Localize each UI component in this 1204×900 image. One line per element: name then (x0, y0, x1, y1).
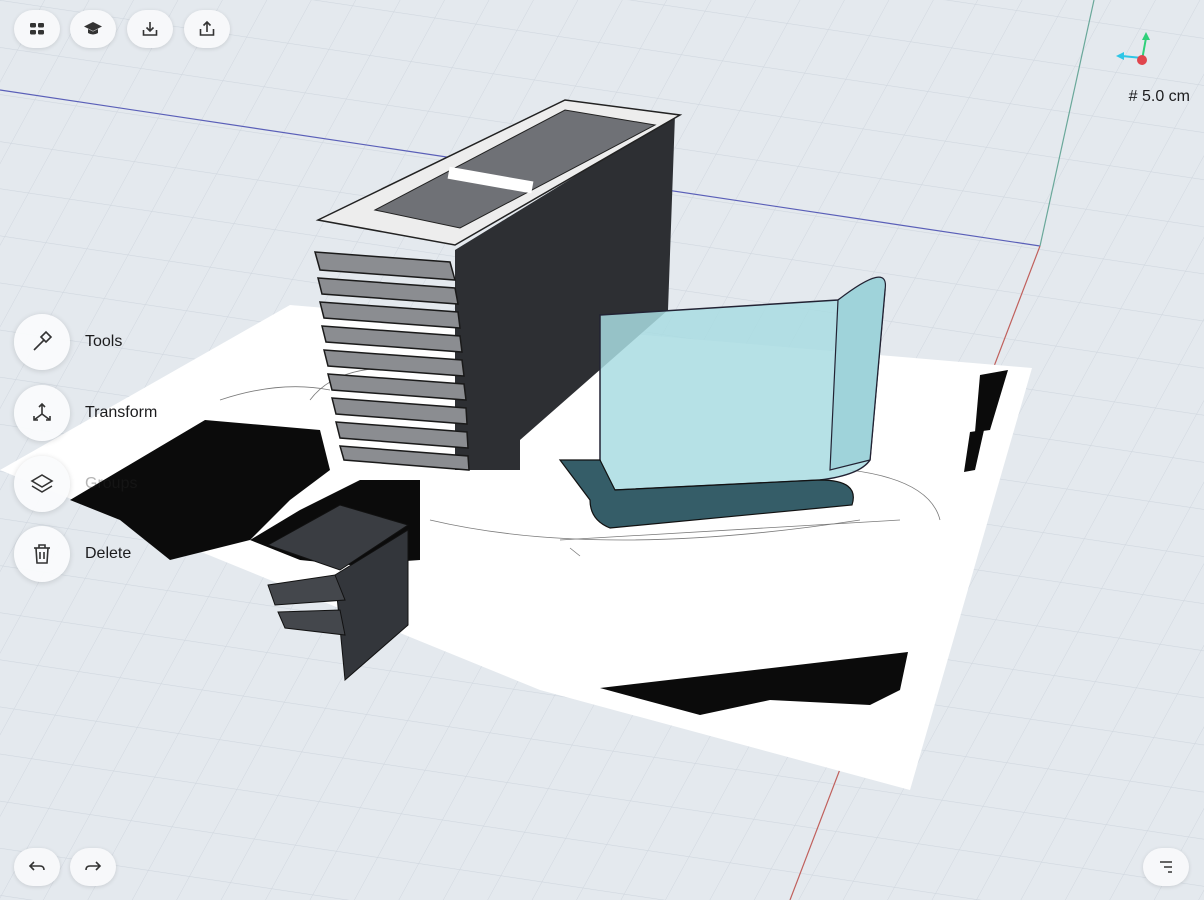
groups-button[interactable]: Groups (14, 456, 137, 512)
tools-label: Tools (85, 333, 123, 350)
delete-icon-circle (14, 526, 70, 582)
import-tray-icon (142, 22, 158, 36)
y-axis-arrow (1142, 32, 1150, 40)
learn-button[interactable] (70, 10, 116, 48)
import-button[interactable] (127, 10, 173, 48)
export-button[interactable] (184, 10, 230, 48)
redo-icon (85, 861, 102, 871)
undo-button[interactable] (14, 848, 60, 886)
x-axis-handle (1137, 55, 1147, 65)
z-axis-arrow (1116, 52, 1124, 60)
undo-icon (28, 861, 45, 871)
transform-label: Transform (85, 404, 158, 421)
hammer-icon (33, 330, 53, 351)
delete-button[interactable]: Delete (14, 526, 131, 582)
outliner-icon (1160, 861, 1172, 873)
menu-button[interactable] (14, 10, 60, 48)
groups-label: Groups (85, 475, 138, 492)
redo-button[interactable] (70, 848, 116, 886)
graduation-cap-icon (84, 22, 102, 35)
layers-icon (30, 474, 54, 493)
grid-scale-label: # 5.0 cm (1128, 88, 1190, 105)
delete-label: Delete (85, 545, 132, 562)
outliner-button[interactable] (1143, 848, 1189, 886)
groups-icon-circle (14, 456, 70, 512)
transform-button[interactable]: Transform (14, 385, 157, 441)
export-share-icon (199, 20, 215, 36)
transform-arrows-icon (33, 402, 51, 421)
3d-viewport[interactable] (0, 0, 1204, 900)
trash-icon (34, 544, 50, 564)
tools-button[interactable]: Tools (14, 314, 122, 370)
grid-menu-icon (30, 23, 44, 35)
tools-icon-circle (14, 314, 70, 370)
transform-icon-circle (14, 385, 70, 441)
axis-gizmo[interactable] (1112, 28, 1158, 74)
